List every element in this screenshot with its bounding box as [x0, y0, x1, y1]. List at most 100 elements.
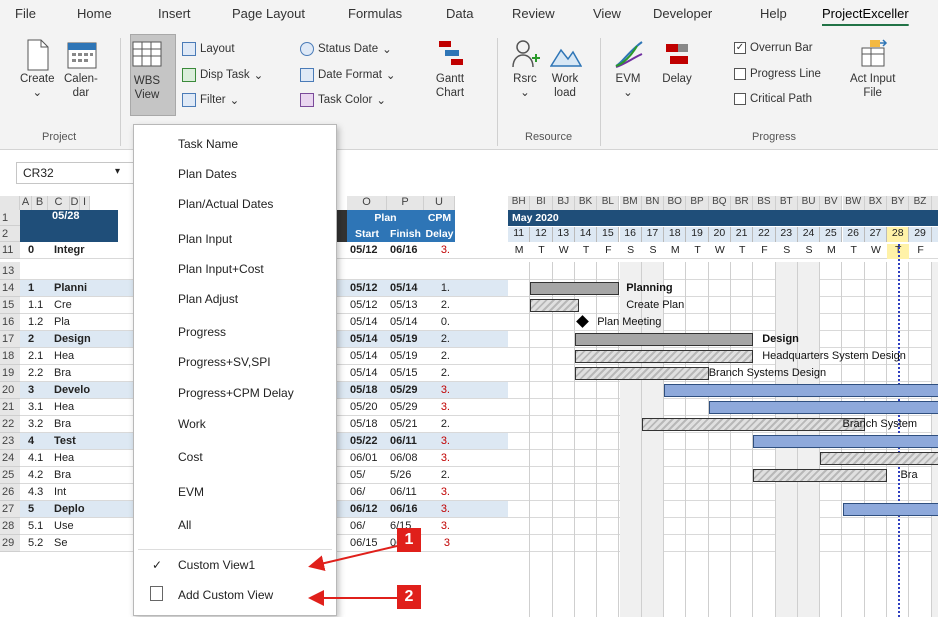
plan-start-cell[interactable]: 05/12 — [348, 244, 386, 256]
wbs-number-cell[interactable]: 3.2 — [26, 418, 50, 430]
wbs-number-cell[interactable]: 1.1 — [26, 299, 50, 311]
gantt-bar[interactable] — [708, 401, 938, 414]
cpm-delay-cell[interactable]: 2. — [430, 350, 454, 362]
plan-start-cell[interactable]: 05/14 — [348, 350, 386, 362]
plan-finish-cell[interactable]: 05/21 — [388, 418, 424, 430]
menu-item-plan-actual-dates[interactable]: Plan/Actual Dates — [178, 197, 273, 211]
plan-finish-cell[interactable]: 05/14 — [388, 316, 424, 328]
gantt-bar[interactable] — [753, 469, 888, 482]
date-format-button[interactable]: Date Format ⌄ — [300, 68, 396, 82]
gantt-bar[interactable] — [842, 503, 938, 516]
gantt-chart-button[interactable]: Gantt Chart — [435, 38, 465, 100]
column-header[interactable]: BL — [597, 196, 620, 210]
plan-start-cell[interactable]: 06/12 — [348, 503, 386, 515]
row-header[interactable]: 27 — [0, 501, 20, 518]
plan-start-cell[interactable]: 06/ — [348, 520, 386, 532]
menu-item-progress-sv-spi[interactable]: Progress+SV,SPI — [178, 355, 271, 369]
menu-item-cost[interactable]: Cost — [178, 450, 203, 464]
rsrc-button[interactable]: Rsrc ⌄ — [510, 38, 540, 100]
create-button[interactable]: Create ⌄ — [20, 38, 55, 100]
menu-item-plan-dates[interactable]: Plan Dates — [178, 167, 237, 181]
status-date-button[interactable]: Status Date ⌄ — [300, 42, 392, 56]
gantt-bar[interactable] — [574, 367, 709, 380]
column-header[interactable]: BS — [753, 196, 776, 210]
plan-start-cell[interactable]: 06/01 — [348, 452, 386, 464]
gantt-bar[interactable] — [530, 299, 580, 312]
task-name-cell[interactable]: Deplo — [52, 503, 132, 515]
row-header[interactable]: 15 — [0, 297, 20, 314]
plan-finish-cell[interactable]: 06/16 — [388, 503, 424, 515]
gantt-bar[interactable] — [574, 350, 754, 363]
plan-start-cell[interactable]: 05/14 — [348, 333, 386, 345]
cpm-delay-cell[interactable]: 3. — [430, 452, 454, 464]
task-name-cell[interactable]: Se — [52, 537, 132, 549]
menu-data[interactable]: Data — [446, 6, 473, 21]
gantt-bar[interactable] — [641, 418, 865, 431]
plan-finish-cell[interactable]: 06/11 — [388, 486, 424, 498]
task-name-cell[interactable]: Bra — [52, 367, 132, 379]
cpm-delay-cell[interactable]: 2. — [430, 367, 454, 379]
task-name-cell[interactable]: Hea — [52, 350, 132, 362]
row-header[interactable]: 26 — [0, 484, 20, 501]
cpm-delay-cell[interactable]: 2. — [430, 299, 454, 311]
menu-item-work[interactable]: Work — [178, 417, 206, 431]
row-header[interactable]: 18 — [0, 348, 20, 365]
wbs-number-cell[interactable]: 0 — [26, 244, 50, 256]
cpm-delay-cell[interactable]: 3. — [430, 503, 454, 515]
task-name-cell[interactable]: Pla — [52, 316, 132, 328]
row-header[interactable]: 24 — [0, 450, 20, 467]
column-header[interactable]: BT — [775, 196, 798, 210]
critical-path-checkbox[interactable]: Critical Path — [734, 93, 812, 105]
column-header[interactable]: BK — [574, 196, 598, 210]
menu-item-task-name[interactable]: Task Name — [178, 137, 238, 151]
column-header[interactable]: O — [347, 196, 387, 210]
plan-finish-cell[interactable]: 06/16 — [388, 244, 424, 256]
row-header[interactable]: 25 — [0, 467, 20, 484]
layout-button[interactable]: Layout — [182, 42, 235, 56]
plan-start-cell[interactable]: 06/ — [348, 486, 386, 498]
plan-finish-cell[interactable]: 05/19 — [388, 333, 424, 345]
menu-item-progress-cpm-delay[interactable]: Progress+CPM Delay — [178, 386, 294, 400]
plan-finish-cell[interactable]: 5/26 — [388, 469, 424, 481]
wbs-number-cell[interactable]: 3 — [26, 384, 50, 396]
act-input-button[interactable]: Act Input File — [850, 38, 895, 100]
menu-item-plan-input[interactable]: Plan Input — [178, 232, 232, 246]
plan-finish-cell[interactable]: 05/14 — [388, 282, 424, 294]
row-header[interactable]: 21 — [0, 399, 20, 416]
task-color-button[interactable]: Task Color ⌄ — [300, 93, 386, 107]
row-header[interactable]: 13 — [0, 262, 20, 280]
menu-help[interactable]: Help — [760, 6, 787, 21]
task-name-cell[interactable]: Hea — [52, 401, 132, 413]
name-box-dropdown-icon[interactable]: ▾ — [115, 166, 120, 177]
menu-projectexceller[interactable]: ProjectExceller — [822, 6, 909, 21]
wbs-number-cell[interactable]: 2.2 — [26, 367, 50, 379]
row-header[interactable]: 17 — [0, 331, 20, 348]
task-name-cell[interactable]: Bra — [52, 469, 132, 481]
wbs-number-cell[interactable]: 2.1 — [26, 350, 50, 362]
wbs-number-cell[interactable]: 4.3 — [26, 486, 50, 498]
column-header[interactable]: BQ — [708, 196, 731, 210]
cpm-delay-cell[interactable]: 3. — [430, 244, 454, 256]
name-box[interactable]: CR32 ▾ — [16, 162, 134, 184]
cpm-delay-cell[interactable]: 0. — [430, 316, 454, 328]
plan-start-cell[interactable]: 05/20 — [348, 401, 386, 413]
plan-start-cell[interactable]: 05/14 — [348, 367, 386, 379]
gantt-bar[interactable] — [530, 282, 620, 295]
task-name-cell[interactable]: Cre — [52, 299, 132, 311]
column-header[interactable]: BZ — [909, 196, 932, 210]
wbs-number-cell[interactable]: 1 — [26, 282, 50, 294]
menu-home[interactable]: Home — [77, 6, 112, 21]
wbs-number-cell[interactable]: 5.2 — [26, 537, 50, 549]
cpm-delay-cell[interactable]: 3. — [430, 435, 454, 447]
gantt-bar[interactable] — [664, 384, 938, 397]
task-name-cell[interactable]: Hea — [52, 452, 132, 464]
column-header[interactable]: B — [32, 196, 48, 210]
row-header[interactable]: 16 — [0, 314, 20, 331]
plan-finish-cell[interactable]: 05/29 — [388, 401, 424, 413]
column-header[interactable]: BR — [731, 196, 754, 210]
row-header[interactable]: 2 — [0, 226, 20, 242]
column-header[interactable]: BJ — [552, 196, 575, 210]
filter-button[interactable]: Filter ⌄ — [182, 93, 239, 107]
workload-button[interactable]: Work load — [549, 38, 583, 100]
plan-finish-cell[interactable]: 05/19 — [388, 350, 424, 362]
